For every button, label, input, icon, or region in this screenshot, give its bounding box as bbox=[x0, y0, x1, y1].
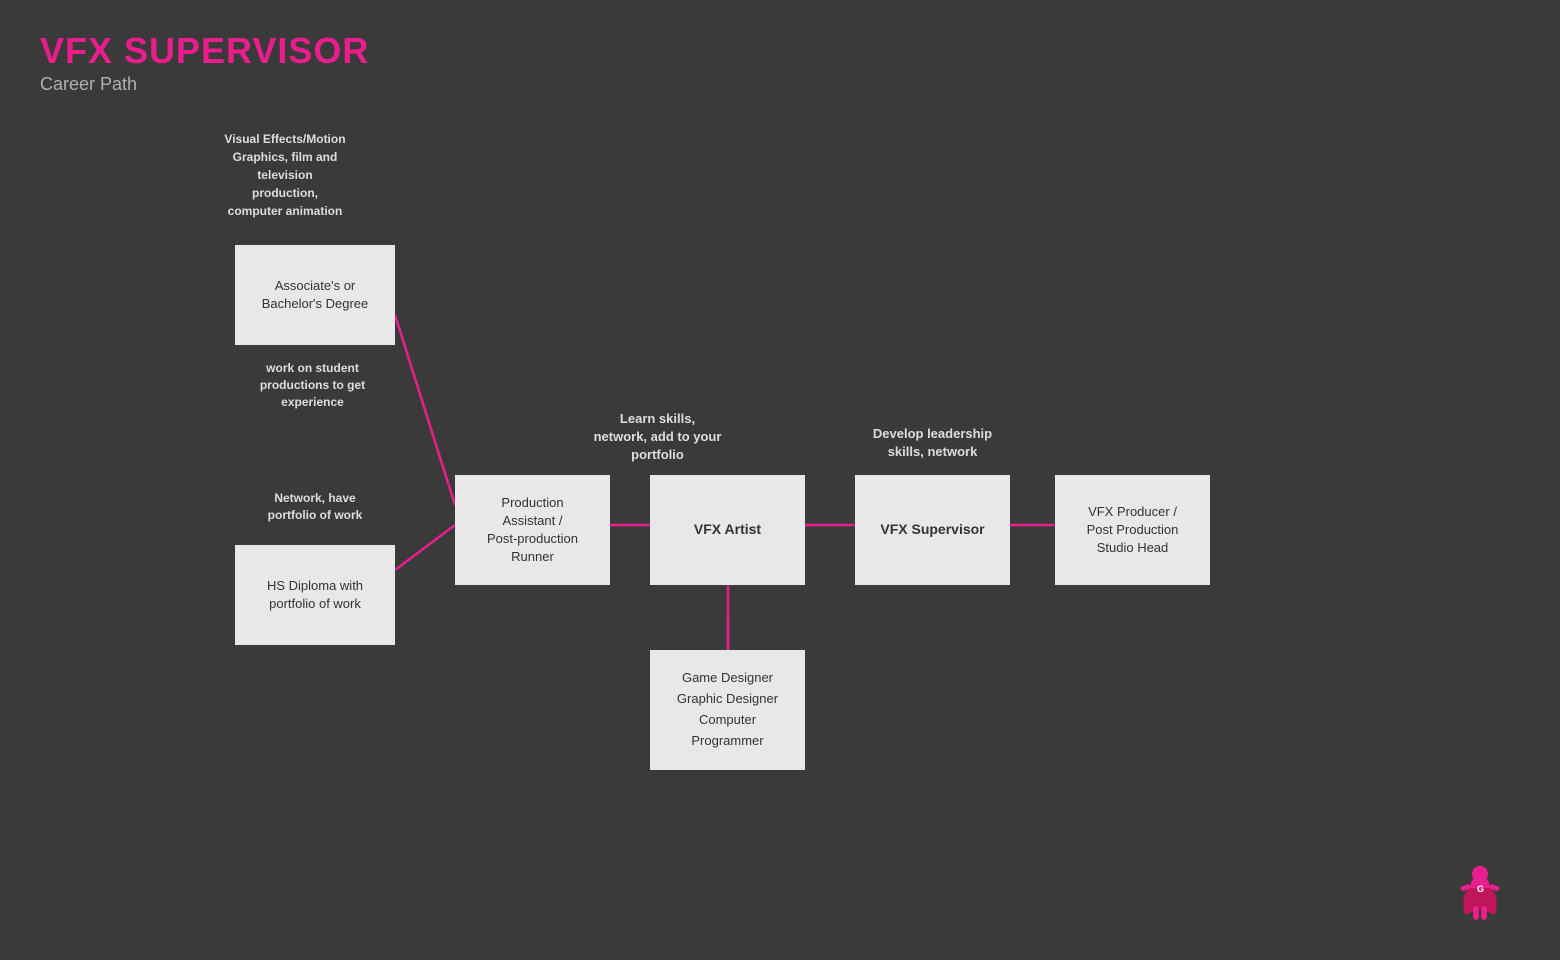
learn-skills-label: Learn skills,network, add to yourportfol… bbox=[580, 410, 735, 465]
vfx-artist-box: VFX Artist bbox=[650, 475, 805, 585]
svg-text:G: G bbox=[1477, 884, 1484, 894]
career-diagram: Visual Effects/MotionGraphics, film andt… bbox=[40, 130, 1240, 830]
alternative-careers-box: Game DesignerGraphic DesignerComputerPro… bbox=[650, 650, 805, 770]
hs-diploma-box: HS Diploma withportfolio of work bbox=[235, 545, 395, 645]
production-assistant-box: ProductionAssistant /Post-productionRunn… bbox=[455, 475, 610, 585]
degree-label: Visual Effects/MotionGraphics, film andt… bbox=[180, 130, 390, 220]
associates-box: Associate's orBachelor's Degree bbox=[235, 245, 395, 345]
vfx-producer-box: VFX Producer /Post ProductionStudio Head bbox=[1055, 475, 1210, 585]
logo: G bbox=[1450, 860, 1510, 930]
vfx-supervisor-box: VFX Supervisor bbox=[855, 475, 1010, 585]
header: VFX SUPERVISOR Career Path bbox=[40, 30, 369, 95]
page-subtitle: Career Path bbox=[40, 74, 369, 95]
develop-leadership-label: Develop leadershipskills, network bbox=[855, 425, 1010, 461]
work-student-label: work on studentproductions to getexperie… bbox=[235, 360, 390, 410]
mascot-icon: G bbox=[1450, 860, 1510, 930]
network-label: Network, haveportfolio of work bbox=[235, 490, 395, 524]
page-title: VFX SUPERVISOR bbox=[40, 30, 369, 72]
